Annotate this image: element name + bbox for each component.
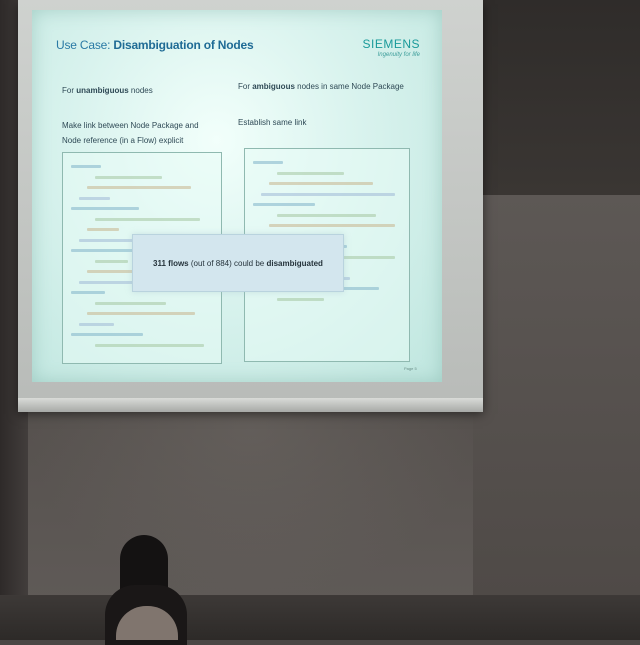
code-line	[79, 322, 114, 326]
screen-bottom-bar	[18, 398, 483, 412]
code-line	[95, 343, 204, 347]
left-column-heading: For unambiguous nodes	[62, 86, 153, 95]
callout-count: 311 flows	[153, 258, 189, 268]
slide-title: Use Case: Disambiguation of Nodes	[56, 38, 254, 52]
left-heading-suffix: nodes	[130, 86, 153, 95]
right-heading-prefix: For	[238, 82, 250, 91]
left-heading-prefix: For	[62, 86, 74, 95]
slide-title-bold: Disambiguation of Nodes	[113, 38, 254, 52]
code-line	[269, 224, 395, 227]
code-line	[71, 207, 139, 210]
code-line	[277, 171, 344, 175]
code-line	[87, 312, 195, 315]
right-column-description: Establish same link	[238, 118, 307, 127]
code-line	[269, 182, 373, 185]
left-description-line-1: Make link between Node Package and	[62, 121, 199, 130]
lecture-room: Use Case: Disambiguation of Nodes SIEMEN…	[0, 0, 640, 645]
callout-middle-text: (out of 884) could be	[190, 258, 265, 268]
projected-slide: Use Case: Disambiguation of Nodes SIEMEN…	[32, 10, 442, 382]
code-line	[95, 217, 200, 221]
callout-bold-text: disambiguated	[266, 258, 323, 268]
left-column-description: Make link between Node Package and Node …	[62, 118, 222, 148]
right-heading-bold: ambiguous	[252, 82, 295, 91]
left-heading-bold: unambiguous	[76, 86, 129, 95]
code-line	[87, 228, 119, 231]
code-line	[71, 333, 143, 336]
logo-wordmark: SIEMENS	[362, 37, 420, 51]
code-line	[79, 196, 110, 200]
code-line	[277, 213, 376, 217]
code-line	[253, 203, 315, 206]
right-heading-suffix: nodes in same Node Package	[297, 82, 404, 91]
left-description-line-2: Node reference (in a Flow) explicit	[62, 136, 184, 145]
result-callout: 311 flows (out of 884) could be disambig…	[132, 234, 344, 292]
wall-light-spill	[28, 410, 473, 600]
code-line	[253, 161, 283, 164]
slide-footer-page: Page 5	[404, 366, 417, 371]
upper-right-wall	[470, 0, 640, 195]
code-line	[277, 297, 324, 301]
code-line	[95, 175, 162, 179]
slide-title-prefix: Use Case:	[56, 38, 111, 52]
right-wall-panel	[470, 195, 640, 595]
code-line	[95, 259, 128, 263]
code-line	[95, 301, 166, 305]
logo-tagline: Ingenuity for life	[377, 52, 420, 58]
code-line	[87, 186, 191, 189]
code-line	[71, 291, 105, 294]
floor	[0, 595, 640, 640]
code-line	[261, 192, 395, 196]
siemens-logo: SIEMENS Ingenuity for life	[350, 37, 420, 58]
right-column-heading: For ambiguous nodes in same Node Package	[238, 82, 404, 91]
code-line	[71, 165, 101, 168]
